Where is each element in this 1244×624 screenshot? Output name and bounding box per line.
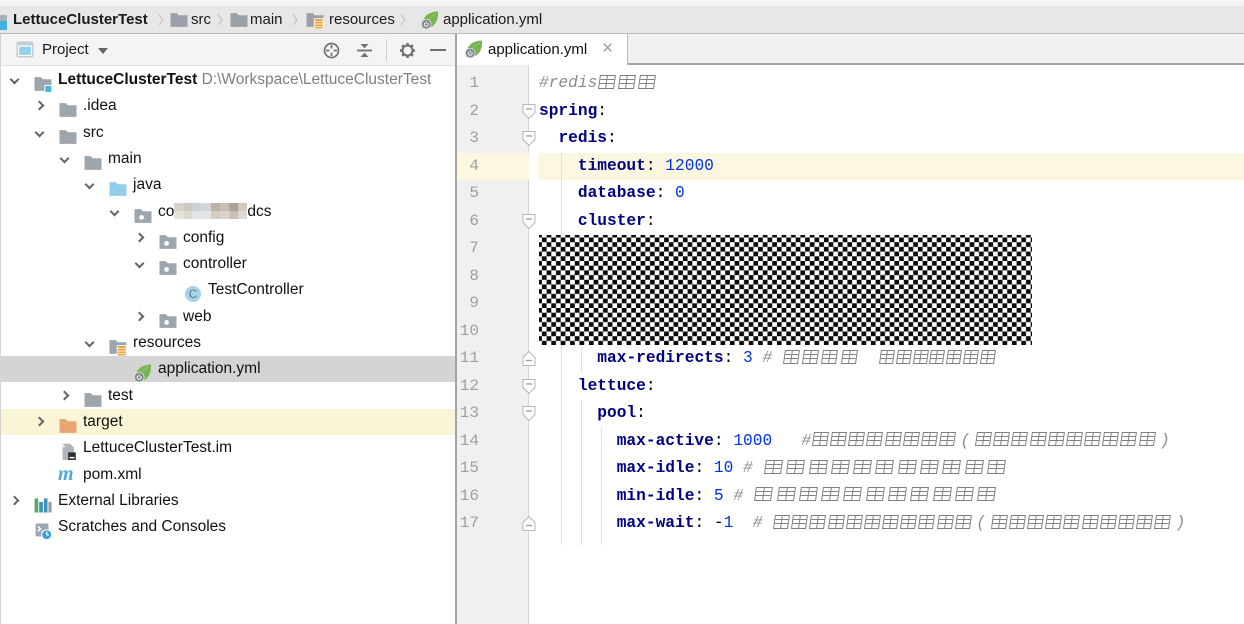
svg-text:C: C [189,290,197,302]
